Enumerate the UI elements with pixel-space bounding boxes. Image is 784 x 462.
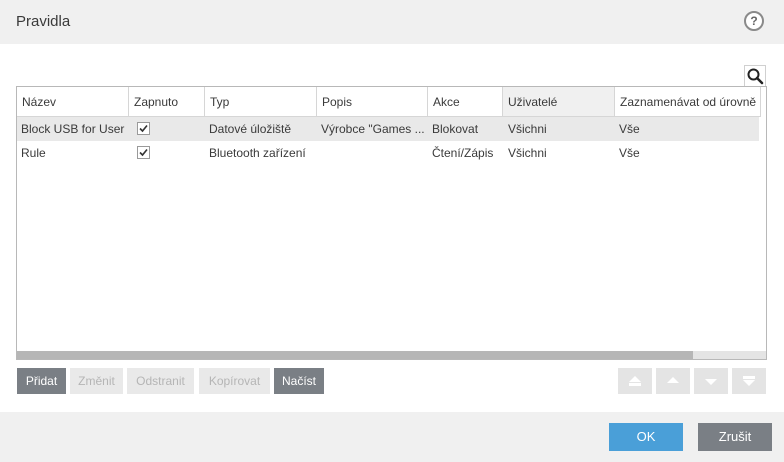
remove-button[interactable]: Odstranit <box>127 368 194 394</box>
dialog-header: Pravidla ? <box>0 0 784 44</box>
column-header-users[interactable]: Uživatelé <box>503 87 615 117</box>
move-top-button[interactable] <box>618 368 652 394</box>
cell-description <box>317 141 428 165</box>
table-row[interactable]: Block USB for User Datové úložiště Výrob… <box>17 117 759 141</box>
move-top-icon <box>629 376 641 386</box>
cell-action: Blokovat <box>432 122 479 136</box>
cell-log-level: Vše <box>619 122 640 136</box>
cell-action: Čtení/Zápis <box>432 146 494 160</box>
cell-type: Datové úložiště <box>209 122 292 136</box>
edit-button[interactable]: Změnit <box>70 368 123 394</box>
arrow-up-icon <box>667 377 679 383</box>
checkmark-icon <box>139 148 148 157</box>
cell-name: Block USB for User <box>21 122 125 136</box>
cell-type: Bluetooth zařízení <box>209 146 306 160</box>
search-button[interactable] <box>744 65 766 87</box>
cell-users: Všichni <box>508 146 547 160</box>
move-down-button[interactable] <box>694 368 728 394</box>
help-icon[interactable]: ? <box>744 11 764 31</box>
move-bottom-icon <box>743 376 755 386</box>
enabled-checkbox[interactable] <box>137 122 150 135</box>
move-bottom-button[interactable] <box>732 368 766 394</box>
dialog-title: Pravidla <box>16 13 71 30</box>
cell-log-level: Vše <box>619 146 640 160</box>
enabled-checkbox[interactable] <box>137 146 150 159</box>
arrow-down-icon <box>705 379 717 385</box>
column-header-type[interactable]: Typ <box>205 87 317 117</box>
rules-table[interactable]: Název Zapnuto Typ Popis Akce Uživatelé Z… <box>16 86 767 360</box>
horizontal-scrollbar[interactable] <box>17 351 766 359</box>
checkmark-icon <box>139 124 148 133</box>
cell-name: Rule <box>21 146 46 160</box>
ok-button[interactable]: OK <box>609 423 683 451</box>
table-header: Název Zapnuto Typ Popis Akce Uživatelé Z… <box>17 87 766 117</box>
column-header-description[interactable]: Popis <box>317 87 428 117</box>
column-header-log-level[interactable]: Zaznamenávat od úrovně <box>615 87 761 117</box>
column-header-name[interactable]: Název <box>17 87 129 117</box>
search-icon <box>747 68 764 85</box>
cancel-button[interactable]: Zrušit <box>698 423 772 451</box>
move-up-button[interactable] <box>656 368 690 394</box>
column-header-action[interactable]: Akce <box>428 87 503 117</box>
cell-users: Všichni <box>508 122 547 136</box>
copy-button[interactable]: Kopírovat <box>199 368 270 394</box>
load-button[interactable]: Načíst <box>274 368 324 394</box>
column-header-enabled[interactable]: Zapnuto <box>129 87 205 117</box>
cell-description: Výrobce "Games ... <box>321 122 425 136</box>
scrollbar-thumb[interactable] <box>17 351 693 359</box>
table-row[interactable]: Rule Bluetooth zařízení Čtení/Zápis Všic… <box>17 141 759 165</box>
add-button[interactable]: Přidat <box>17 368 66 394</box>
